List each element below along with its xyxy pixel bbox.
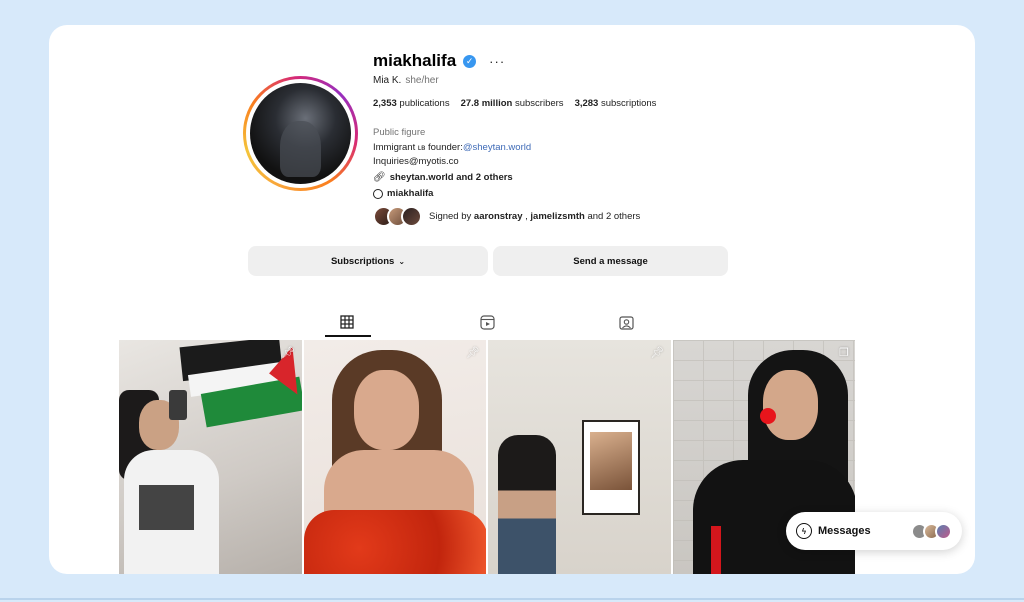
profile-category: Public figure [373,127,426,138]
profile-tabs [49,307,975,337]
bio-line: Immigrant ʟʙ founder:@sheytan.world [373,142,532,153]
profile-card: miakhalifa ✓ ··· Mia K. she/her 2,353 pub… [49,25,975,574]
post-thumbnail[interactable]: 📌︎ [119,340,302,574]
threads-link[interactable]: miakhalifa [373,188,656,199]
username: miakhalifa [373,51,457,70]
subscriptions-button[interactable]: Subscriptions ⌄ [248,246,488,276]
flag-emoji: ʟʙ [417,143,426,152]
avatar [935,522,952,540]
profile-avatar[interactable] [243,76,358,191]
post-thumbnail[interactable]: 📌︎ [488,340,671,574]
signed-by-user: aaronstray [473,211,523,222]
bio-handle-link[interactable]: @sheytan.world [463,142,531,153]
external-link[interactable]: 🔗︎ sheytan.world and 2 others [373,172,656,183]
more-options-icon[interactable]: ··· [489,54,505,69]
profile-info: miakhalifa ✓ ··· Mia K. she/her 2,353 pub… [373,50,656,227]
avatar-image [250,83,351,184]
pin-icon: 📌︎ [650,347,665,359]
followed-by[interactable]: Signed by aaronstray , jamelizsmth and 2… [373,206,656,227]
messages-button[interactable]: ϟ Messages [786,512,962,550]
verified-badge-icon: ✓ [463,54,477,68]
reels-icon [479,314,495,330]
stat-subscriptions[interactable]: 3,283 subscriptions [575,98,657,109]
messenger-icon: ϟ [796,523,812,539]
stat-publications[interactable]: 2,353 publications [373,98,450,109]
pin-icon: 📌︎ [466,347,480,359]
messages-label: Messages [818,525,871,537]
page-divider [0,598,1024,600]
pin-icon: 📌︎ [281,347,296,359]
posts-grid: 📌︎ 📌︎ 📌︎ ❐ [119,340,855,574]
full-name: Mia K. [373,75,402,86]
signed-by-user: jamelizsmth [530,211,585,222]
post-thumbnail[interactable]: 📌︎ [303,340,486,574]
tab-posts[interactable] [338,313,356,331]
threads-icon [373,188,383,199]
stat-subscribers[interactable]: 27.8 million subscribers [461,98,564,109]
profile-stats: 2,353 publications 27.8 million subscrib… [373,98,656,109]
carousel-icon: ❐ [839,347,849,359]
active-tab-indicator [325,335,371,337]
tab-tagged[interactable] [617,313,635,331]
grid-icon [340,315,354,329]
tab-reels[interactable] [478,313,496,331]
send-message-button[interactable]: Send a message [493,246,728,276]
avatar [401,206,422,227]
link-icon: 🔗︎ [373,172,386,183]
bio-email: Inquiries@myotis.co [373,156,459,167]
tagged-icon [618,315,634,330]
pronouns: she/her [405,75,439,86]
chevron-down-icon: ⌄ [398,256,406,266]
